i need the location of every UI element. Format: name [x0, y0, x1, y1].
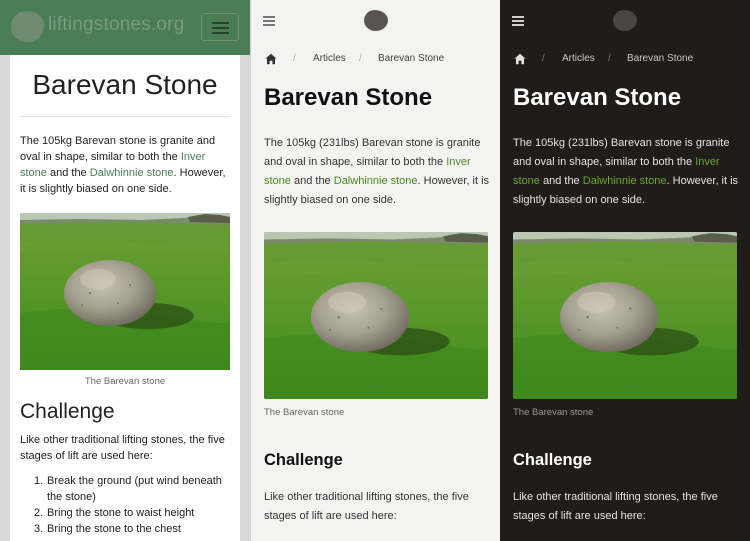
hamburger-menu-icon: [212, 22, 229, 24]
challenge-text: Like other traditional lifting stones, t…: [20, 434, 225, 462]
hamburger-menu-icon: [512, 16, 524, 18]
home-icon[interactable]: [514, 53, 526, 65]
breadcrumb-articles-link[interactable]: Articles: [562, 53, 595, 64]
breadcrumb-separator: /: [608, 53, 611, 64]
hamburger-menu-icon: [512, 24, 524, 26]
breadcrumb-articles-link[interactable]: Articles: [313, 53, 346, 64]
breadcrumb-separator: /: [293, 53, 296, 64]
page-title: Barevan Stone: [264, 84, 433, 111]
challenge-heading: Challenge: [513, 451, 592, 469]
hamburger-menu-icon: [263, 20, 275, 22]
site-name-link[interactable]: liftingstones.org: [48, 14, 184, 36]
menu-button[interactable]: [201, 13, 239, 41]
list-item-text: Bring the stone to the chest: [47, 523, 181, 535]
stone-logo-icon[interactable]: [11, 11, 44, 42]
breadcrumb-current: Barevan Stone: [378, 53, 445, 64]
old-design-panel: liftingstones.org Barevan Stone The 105k…: [0, 0, 250, 541]
list-item-text: Break the ground (put wind beneath the s…: [47, 475, 222, 503]
intro-paragraph: The 105kg (231lbs) Barevan stone is gran…: [264, 134, 494, 210]
dalwhinnie-stone-link[interactable]: Dalwhinnie stone: [334, 175, 418, 187]
light-theme-panel: / Articles / Barevan Stone Barevan Stone…: [250, 0, 500, 541]
intro-text: and the: [46, 167, 90, 179]
list-item: 2. Bring the stone to waist height: [20, 505, 232, 521]
hamburger-menu-icon: [212, 32, 229, 34]
dalwhinnie-stone-link[interactable]: Dalwhinnie stone: [583, 175, 667, 187]
image-caption: The Barevan stone: [264, 407, 345, 418]
stone-logo-icon[interactable]: [613, 10, 637, 31]
list-item: 3. Bring the stone to the chest: [20, 521, 232, 537]
intro-text: and the: [539, 175, 583, 187]
image-caption: The Barevan stone: [84, 376, 166, 387]
list-number: 3.: [34, 523, 44, 535]
menu-button[interactable]: [512, 16, 524, 26]
intro-paragraph: The 105kg (231lbs) Barevan stone is gran…: [513, 134, 743, 210]
list-number: 2.: [34, 507, 44, 519]
challenge-text: Like other traditional lifting stones, t…: [513, 491, 718, 522]
page-title: Barevan Stone: [32, 69, 218, 100]
page-title: Barevan Stone: [513, 84, 682, 111]
image-caption: The Barevan stone: [513, 407, 594, 418]
article-content: Barevan Stone The 105kg Barevan stone is…: [10, 55, 240, 541]
intro-text: and the: [290, 175, 334, 187]
challenge-heading: Challenge: [20, 400, 115, 423]
challenge-text: Like other traditional lifting stones, t…: [264, 491, 469, 522]
dalwhinnie-stone-link[interactable]: Dalwhinnie stone: [90, 167, 174, 179]
challenge-heading: Challenge: [264, 451, 343, 469]
top-header: liftingstones.org: [0, 0, 250, 55]
list-number: 1.: [34, 475, 44, 487]
barevan-stone-photo: [20, 213, 230, 370]
dark-theme-panel: / Articles / Barevan Stone Barevan Stone…: [500, 0, 750, 541]
list-item: 1. Break the ground (put wind beneath the…: [20, 473, 232, 505]
menu-button[interactable]: [263, 16, 275, 26]
hamburger-menu-icon: [212, 27, 229, 29]
stone-logo-icon[interactable]: [364, 10, 388, 31]
breadcrumb-separator: /: [359, 53, 362, 64]
intro-paragraph: The 105kg Barevan stone is granite and o…: [20, 133, 232, 197]
home-icon[interactable]: [265, 53, 277, 65]
title-divider: [20, 116, 230, 117]
barevan-stone-photo: [513, 232, 737, 399]
hamburger-menu-icon: [512, 20, 524, 22]
lift-stages-list: 1. Break the ground (put wind beneath the…: [20, 473, 232, 537]
list-item-text: Bring the stone to waist height: [47, 507, 195, 519]
barevan-stone-photo: [264, 232, 488, 399]
hamburger-menu-icon: [263, 24, 275, 26]
hamburger-menu-icon: [263, 16, 275, 18]
breadcrumb-current: Barevan Stone: [627, 53, 694, 64]
breadcrumb-separator: /: [542, 53, 545, 64]
